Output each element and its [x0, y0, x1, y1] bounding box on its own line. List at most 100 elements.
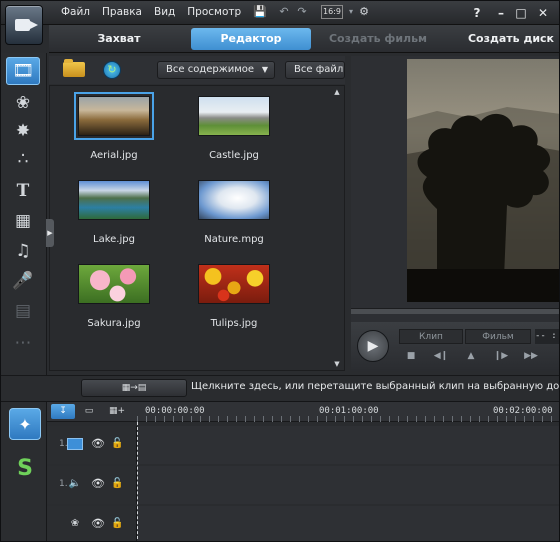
effects-icon[interactable]: ✸	[6, 117, 40, 145]
library-item-label: Sakura.jpg	[87, 318, 141, 329]
mode-tabs: Захват Редактор Создать фильм Создать ди…	[49, 25, 559, 53]
magic-tools-icon[interactable]: ✦	[9, 408, 41, 440]
menu-playback[interactable]: Просмотр	[187, 6, 241, 18]
chevron-down-icon[interactable]: ▾	[344, 5, 358, 19]
particles-icon[interactable]: ∴	[6, 145, 40, 173]
timeline-track-video: 1. 👁 🔓	[47, 426, 559, 464]
close-icon[interactable]: ✕	[535, 5, 551, 21]
transitions-icon[interactable]: ❀	[6, 89, 40, 117]
effects-track-icon: ❀	[70, 518, 80, 529]
undo-icon[interactable]: ↶	[277, 5, 291, 19]
tool-rail: 🎞 ❀ ✸ ∴ T ▦ ♫ 🎤 ▤ ⋯	[1, 53, 47, 375]
title-text-icon[interactable]: T	[6, 177, 40, 205]
app-logo	[5, 5, 43, 45]
import-folder-icon[interactable]	[63, 59, 85, 77]
library-item[interactable]: Sakura.jpg	[58, 258, 168, 338]
library-item-label: Nature.mpg	[204, 234, 264, 245]
menu-edit[interactable]: Правка	[102, 6, 142, 18]
library-item-label: Lake.jpg	[93, 234, 135, 245]
timeline-hint-text[interactable]: Щелкните здесь, или перетащите выбранный…	[191, 381, 559, 392]
library-item[interactable]: Nature.mpg	[178, 174, 288, 254]
unlock-icon[interactable]: 🔓	[111, 478, 123, 490]
help-icon[interactable]: ?	[469, 5, 485, 21]
effects-tool-icon[interactable]: S	[9, 452, 41, 484]
library-item[interactable]: Aerial.jpg	[58, 90, 168, 170]
tab-create-movie[interactable]: Создать фильм	[323, 28, 433, 50]
more-tools-icon[interactable]: ⋯	[6, 329, 40, 357]
timeline-track-effects: ❀ 👁 🔓	[47, 506, 559, 541]
timeline-ruler[interactable]	[137, 416, 559, 422]
eye-icon[interactable]: 👁	[91, 518, 105, 530]
preview-panel: ▶ Клип Фильм -- : -- ■ ◀❙ ▲ ❙▶ ▶▶	[351, 56, 559, 371]
track-header: ❀ 👁 🔓	[47, 506, 137, 541]
content-filter-value: Все содержимое	[166, 64, 255, 75]
tab-capture[interactable]: Захват	[69, 28, 169, 50]
clip-mode-button[interactable]: Клип	[399, 329, 463, 344]
subtitles-icon[interactable]: ▤	[6, 297, 40, 325]
play-icon[interactable]: ▶	[357, 330, 389, 362]
scroll-up-icon[interactable]: ▲	[332, 88, 342, 98]
tab-editor[interactable]: Редактор	[191, 28, 311, 50]
music-icon[interactable]: ♫	[6, 237, 40, 265]
preview-video	[407, 59, 559, 302]
chapters-icon[interactable]: ▦	[6, 207, 40, 235]
ruler-time-1: 00:01:00:00	[319, 406, 379, 416]
unlock-icon[interactable]: 🔓	[111, 518, 123, 530]
library-item[interactable]: Tulips.jpg	[178, 258, 288, 338]
movie-mode-button[interactable]: Фильм	[465, 329, 531, 344]
eye-icon[interactable]: 👁	[91, 438, 105, 450]
preview-seekbar[interactable]	[351, 308, 559, 314]
stop-icon[interactable]: ■	[403, 349, 419, 363]
track-lane[interactable]	[137, 466, 559, 504]
maximize-icon[interactable]: □	[513, 5, 529, 21]
timeline-view-toggle[interactable]: ▦→▤	[81, 379, 187, 397]
title-bar: Файл Правка Вид Просмотр 💾 ↶ ↷ 16:9 ▾ ⚙ …	[1, 1, 559, 25]
eye-icon[interactable]: 👁	[91, 478, 105, 490]
app-window: Файл Правка Вид Просмотр 💾 ↶ ↷ 16:9 ▾ ⚙ …	[0, 0, 560, 542]
content-filter-select[interactable]: Все содержимое ▼	[157, 61, 275, 79]
media-library-icon[interactable]: 🎞	[6, 57, 40, 85]
unlock-icon[interactable]: 🔓	[111, 438, 123, 450]
track-lane[interactable]	[137, 506, 559, 541]
timeline-hint-bar: ▦→▤ Щелкните здесь, или перетащите выбра…	[1, 375, 559, 399]
refresh-icon[interactable]: ↻	[103, 61, 121, 79]
minimize-icon[interactable]: –	[493, 5, 509, 21]
timecode-display: -- : --	[535, 329, 559, 344]
video-track-icon	[67, 438, 83, 450]
storyboard-view-icon[interactable]: ▭	[77, 404, 101, 419]
menu-view[interactable]: Вид	[154, 6, 175, 18]
add-track-icon[interactable]: ▦+	[105, 404, 129, 419]
file-type-filter-select[interactable]: Все файлы	[285, 61, 345, 79]
library-scrollbar[interactable]: ▲ ▼	[332, 88, 342, 370]
library-item-label: Tulips.jpg	[210, 318, 258, 329]
track-header: 1. 👁 🔓	[47, 426, 137, 464]
timeline-view-icon[interactable]: ↧	[51, 404, 75, 419]
playhead[interactable]	[137, 422, 138, 541]
camera-icon	[15, 19, 38, 31]
fast-forward-icon[interactable]: ▶▶	[523, 349, 539, 363]
microphone-icon[interactable]: 🎤	[6, 267, 40, 295]
library-item[interactable]: Castle.jpg	[178, 90, 288, 170]
scroll-down-icon[interactable]: ▼	[332, 360, 342, 370]
tab-create-disc[interactable]: Создать диск	[459, 28, 559, 50]
chevron-down-icon: ▼	[261, 65, 268, 74]
tulips-thumb-icon	[198, 264, 270, 304]
previous-frame-icon[interactable]: ◀❙	[433, 349, 449, 363]
clouds-thumb-icon	[198, 180, 270, 220]
library-item[interactable]: Lake.jpg	[58, 174, 168, 254]
castle-thumb-icon	[198, 96, 270, 136]
tree-silhouette-image	[407, 107, 559, 302]
gear-icon[interactable]: ⚙	[357, 5, 371, 19]
media-library: Aerial.jpg Castle.jpg Lake.jpg Nature.mp…	[49, 85, 345, 371]
menu-file[interactable]: Файл	[61, 6, 90, 18]
timeline: ✦ S ↧ ▭ ▦+ 00:00:00:00 00:01:00:00 00:02…	[1, 401, 559, 541]
collapse-panel-handle[interactable]: ▶	[46, 219, 54, 247]
library-item-label: Aerial.jpg	[90, 150, 138, 161]
split-clip-icon[interactable]: ▲	[463, 349, 479, 363]
track-lane[interactable]	[137, 426, 559, 464]
aspect-ratio-icon[interactable]: 16:9	[321, 5, 343, 19]
redo-icon[interactable]: ↷	[295, 5, 309, 19]
timeline-tools: ✦ S	[1, 402, 47, 541]
next-frame-icon[interactable]: ❙▶	[493, 349, 509, 363]
save-icon[interactable]: 💾	[253, 5, 267, 19]
